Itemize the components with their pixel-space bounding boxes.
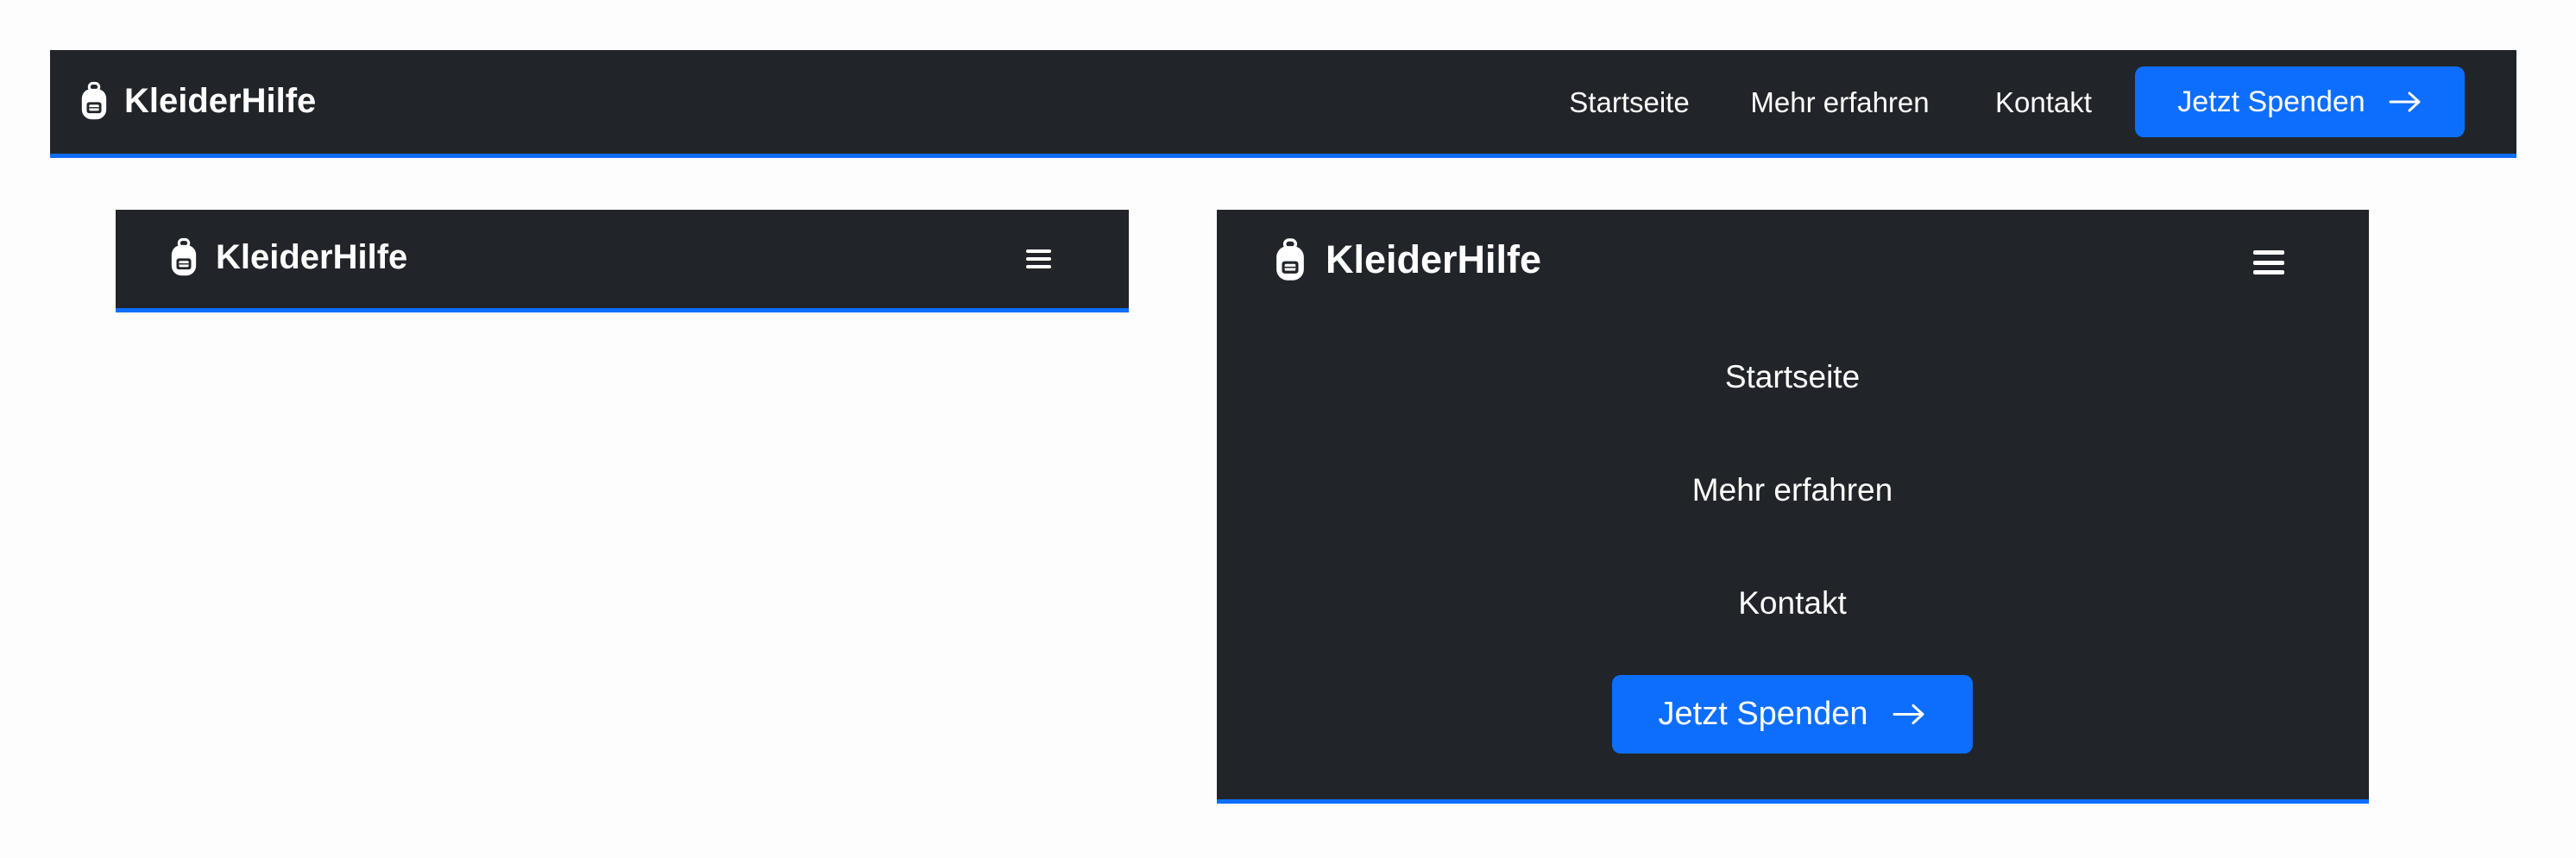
brand-name: KleiderHilfe (216, 237, 408, 276)
backpack-icon (171, 237, 197, 276)
brand-name: KleiderHilfe (1326, 237, 1542, 281)
arrow-right-icon (2389, 91, 2421, 112)
backpack-icon (81, 81, 107, 120)
brand-link[interactable]: KleiderHilfe (169, 237, 407, 277)
brand-link[interactable]: KleiderHilfe (1274, 237, 1541, 282)
nav-link-mehr-erfahren[interactable]: Mehr erfahren (1692, 472, 1893, 508)
nav-link-startseite[interactable]: Startseite (1725, 359, 1860, 395)
donate-button-label: Jetzt Spenden (1658, 696, 1868, 732)
nav-link-kontakt[interactable]: Kontakt (1995, 86, 2092, 119)
donate-button[interactable]: Jetzt Spenden (1612, 675, 1973, 754)
navbar-mobile-expanded: KleiderHilfe Startseite Mehr erfahren Ko… (1217, 210, 2369, 804)
hamburger-icon[interactable] (1026, 249, 1051, 268)
brand-name: KleiderHilfe (124, 81, 317, 120)
nav-link-kontakt[interactable]: Kontakt (1738, 585, 1846, 621)
backpack-icon (1276, 238, 1304, 281)
donate-button-label: Jetzt Spenden (2177, 85, 2365, 118)
brand-link[interactable]: KleiderHilfe (79, 81, 316, 121)
nav-link-startseite[interactable]: Startseite (1569, 86, 1689, 119)
navbar-mobile-collapsed: KleiderHilfe (116, 210, 1129, 312)
nav-link-mehr-erfahren[interactable]: Mehr erfahren (1750, 86, 1929, 119)
navbar-desktop: KleiderHilfe Startseite Mehr erfahren Ko… (50, 50, 2516, 158)
donate-button[interactable]: Jetzt Spenden (2135, 66, 2465, 137)
hamburger-icon[interactable] (2253, 250, 2284, 274)
arrow-right-icon (1893, 704, 1924, 724)
